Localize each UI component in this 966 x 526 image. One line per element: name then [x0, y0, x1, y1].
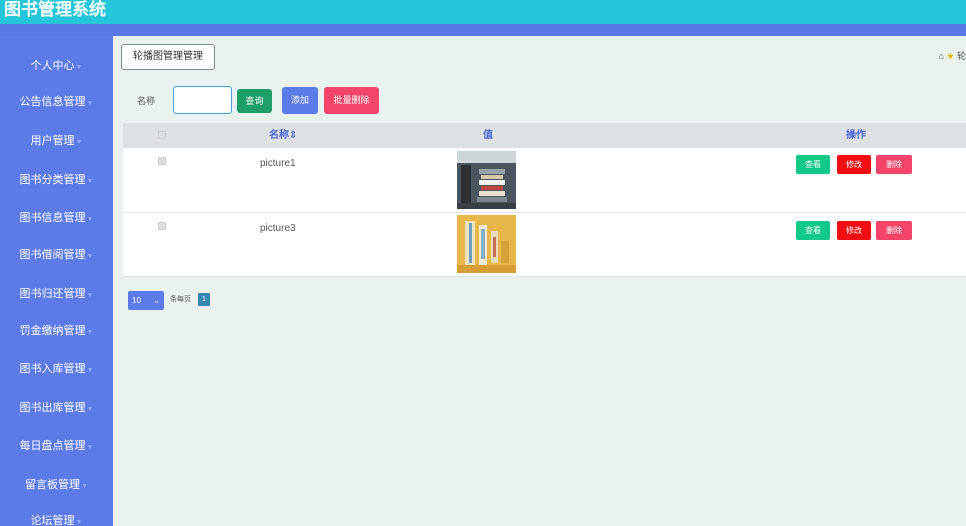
- sidebar-item-stock-out[interactable]: 图书出库管理▼: [0, 390, 113, 426]
- chevron-down-icon: ▼: [75, 139, 83, 146]
- sidebar-item-label: 图书出库管理: [19, 402, 86, 414]
- sidebar-item-label: 图书信息管理: [19, 212, 86, 224]
- sidebar-item-label: 图书入库管理: [19, 363, 86, 375]
- chevron-down-icon: ⌄: [153, 296, 160, 305]
- sort-icon: ⇕: [289, 130, 298, 141]
- sidebar: 个人中心▼ 公告信息管理▼ 用户管理▼ 图书分类管理▼ 图书信息管理▼ 图书借阅…: [0, 36, 113, 526]
- main-content: 轮播图管理管理 ⌂ ★ 轮 名称 查询 添加 批量删除 名称⇕ 值 操作 pic…: [113, 36, 966, 526]
- sidebar-item-book-info[interactable]: 图书信息管理▼: [0, 200, 113, 236]
- sidebar-item-label: 公告信息管理: [19, 96, 86, 108]
- sidebar-item-announcements[interactable]: 公告信息管理▼: [0, 84, 113, 120]
- sidebar-item-returns[interactable]: 图书归还管理▼: [0, 276, 113, 312]
- search-label: 名称: [137, 96, 156, 106]
- select-all-checkbox[interactable]: [158, 131, 166, 139]
- batch-delete-button[interactable]: 批量删除: [324, 87, 379, 114]
- chevron-down-icon: ▼: [86, 292, 94, 299]
- breadcrumb-trail: 轮: [956, 51, 966, 61]
- sidebar-item-book-categories[interactable]: 图书分类管理▼: [0, 162, 113, 198]
- sidebar-item-daily-inventory[interactable]: 每日盘点管理▼: [0, 428, 113, 464]
- sidebar-item-personal-center[interactable]: 个人中心▼: [0, 48, 113, 84]
- sidebar-item-stock-in[interactable]: 图书入库管理▼: [0, 351, 113, 387]
- chevron-down-icon: ▼: [75, 519, 83, 526]
- chevron-down-icon: ▼: [86, 367, 94, 374]
- sidebar-item-message-board[interactable]: 留言板管理▼: [0, 467, 113, 503]
- view-button[interactable]: 查看: [796, 221, 830, 240]
- page-size-select[interactable]: 10 ⌄: [128, 291, 164, 310]
- sidebar-item-label: 图书借阅管理: [19, 249, 86, 261]
- sidebar-item-fines[interactable]: 罚金缴纳管理▼: [0, 313, 113, 349]
- sidebar-item-label: 个人中心: [30, 60, 75, 72]
- row-name: picture3: [260, 223, 296, 234]
- row-name: picture1: [260, 158, 296, 169]
- table-header: 名称⇕ 值 操作: [123, 123, 966, 148]
- thumbnail-image: [457, 215, 516, 273]
- data-table: 名称⇕ 值 操作 picture1 查看 修改 删除 picture3 查看 修…: [123, 123, 966, 277]
- table-row: picture1 查看 修改 删除: [123, 148, 966, 213]
- sidebar-item-label: 罚金缴纳管理: [19, 325, 86, 337]
- sidebar-item-label: 用户管理: [30, 135, 75, 147]
- add-button[interactable]: 添加: [282, 87, 318, 114]
- view-button[interactable]: 查看: [796, 155, 830, 174]
- table-row: picture3 查看 修改 删除: [123, 213, 966, 277]
- chevron-down-icon: ▼: [86, 100, 94, 107]
- per-page-label: 条每页: [170, 296, 191, 303]
- page-size-value: 10: [132, 296, 141, 305]
- sidebar-item-label: 图书分类管理: [19, 174, 86, 186]
- delete-button[interactable]: 删除: [876, 221, 912, 240]
- search-input[interactable]: [173, 86, 232, 114]
- chevron-down-icon: ▼: [86, 444, 94, 451]
- row-checkbox[interactable]: [158, 222, 166, 230]
- chevron-down-icon: ▼: [86, 178, 94, 185]
- star-icon: ★: [946, 51, 955, 61]
- sidebar-item-users[interactable]: 用户管理▼: [0, 123, 113, 159]
- column-header-name[interactable]: 名称⇕: [269, 123, 297, 148]
- delete-button[interactable]: 删除: [876, 155, 912, 174]
- row-checkbox[interactable]: [158, 157, 166, 165]
- chevron-down-icon: ▼: [86, 329, 94, 336]
- edit-button[interactable]: 修改: [837, 221, 871, 240]
- sidebar-item-label: 留言板管理: [25, 479, 81, 491]
- column-header-value: 值: [483, 130, 493, 141]
- chevron-down-icon: ▼: [81, 483, 88, 490]
- breadcrumb: ⌂ ★ 轮: [938, 49, 966, 62]
- edit-button[interactable]: 修改: [837, 155, 871, 174]
- chevron-down-icon: ▼: [86, 406, 94, 413]
- sidebar-item-label: 每日盘点管理: [19, 440, 86, 452]
- sidebar-item-label: 论坛管理: [30, 515, 75, 526]
- page-number-current[interactable]: 1: [198, 293, 210, 306]
- top-bar: 图书管理系统: [0, 0, 966, 24]
- app-title: 图书管理系统: [4, 0, 106, 19]
- top-strip: [0, 24, 966, 36]
- sidebar-item-label: 图书归还管理: [19, 288, 86, 300]
- chevron-down-icon: ▼: [86, 253, 94, 260]
- sidebar-item-forum[interactable]: 论坛管理▼: [0, 503, 113, 526]
- chevron-down-icon: ▼: [75, 64, 83, 71]
- home-icon[interactable]: ⌂: [938, 51, 943, 61]
- chevron-down-icon: ▼: [86, 216, 94, 223]
- thumbnail-image: [457, 151, 516, 209]
- column-header-actions: 操作: [846, 130, 866, 141]
- query-button[interactable]: 查询: [237, 89, 272, 113]
- sidebar-item-borrowing[interactable]: 图书借阅管理▼: [0, 237, 113, 273]
- breadcrumb-current[interactable]: 轮播图管理管理: [121, 44, 215, 70]
